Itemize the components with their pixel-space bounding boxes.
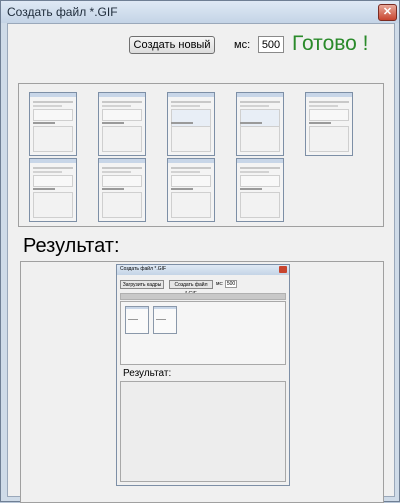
result-preview-window: Создать файл *.GIF Загрузить кадры Созда…: [116, 264, 290, 486]
status-text: Готово !: [292, 32, 369, 55]
frame-thumbnail[interactable]: [98, 158, 146, 222]
frame-thumbnail[interactable]: [236, 92, 284, 156]
close-icon: ✕: [382, 6, 393, 18]
ms-input[interactable]: 500: [258, 36, 284, 53]
preview-load-button: Загрузить кадры: [120, 280, 164, 289]
app-window: Создать файл *.GIF ✕ Создать новый мс: 5…: [0, 0, 400, 503]
frames-panel: [18, 83, 384, 227]
preview-result-area: [120, 381, 286, 482]
preview-frames-panel: [120, 301, 286, 365]
frame-thumbnail[interactable]: [236, 158, 284, 222]
preview-title-bar: Создать файл *.GIF: [117, 265, 289, 275]
frame-thumbnail[interactable]: [167, 158, 215, 222]
title-bar[interactable]: Создать файл *.GIF ✕: [1, 1, 399, 23]
frame-thumbnail[interactable]: [98, 92, 146, 156]
preview-close-icon: [279, 266, 287, 273]
preview-frame-thumbnail: [125, 306, 149, 334]
client-area: Создать новый мс: 500 Готово ! Результат…: [7, 23, 395, 503]
ms-label: мс:: [234, 39, 251, 51]
result-panel: Создать файл *.GIF Загрузить кадры Созда…: [20, 261, 384, 503]
preview-title: Создать файл *.GIF: [120, 266, 167, 272]
preview-progress-bar: [120, 293, 286, 300]
frame-thumbnail[interactable]: [305, 92, 353, 156]
preview-create-button: Создать файл *.GIF: [169, 280, 213, 297]
create-new-button[interactable]: Создать новый: [129, 36, 215, 54]
frame-thumbnail[interactable]: [29, 92, 77, 156]
preview-result-label: Результат:: [123, 368, 172, 379]
preview-frame-thumbnail: [153, 306, 177, 334]
preview-ms-label: мс:: [216, 281, 224, 287]
frame-thumbnail[interactable]: [167, 92, 215, 156]
preview-ms-input: 500: [225, 280, 237, 288]
window-title: Создать файл *.GIF: [7, 5, 118, 19]
frame-thumbnail[interactable]: [29, 158, 77, 222]
result-label: Результат:: [23, 235, 120, 257]
close-button[interactable]: ✕: [378, 4, 397, 21]
